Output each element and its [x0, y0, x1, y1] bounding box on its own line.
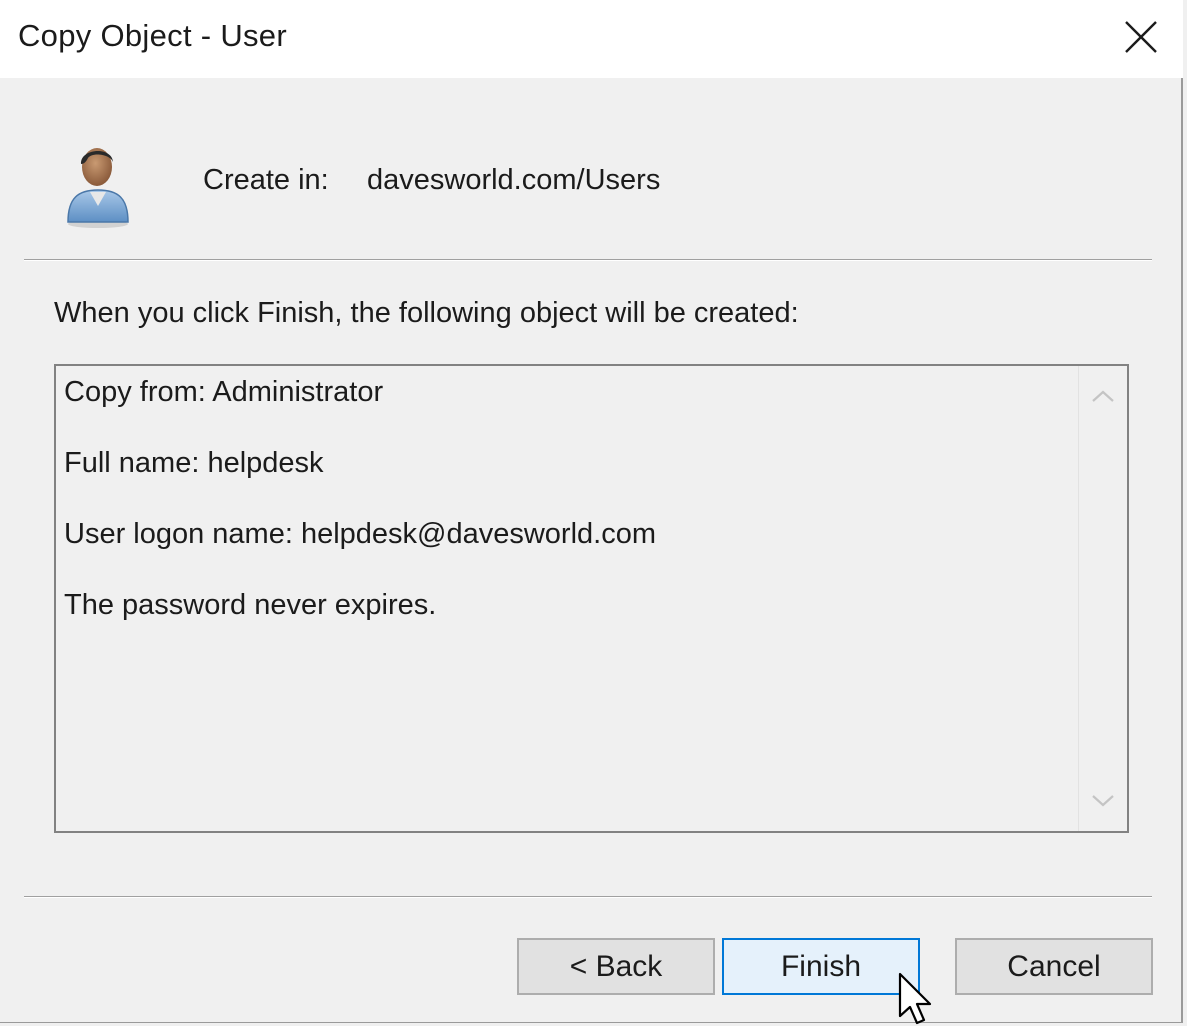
copy-object-dialog: Copy Object - User Create in: davesworld… [0, 0, 1183, 1025]
scroll-down-button[interactable] [1079, 777, 1127, 825]
close-button[interactable] [1099, 0, 1183, 74]
summary-line-copy-from: Copy from: Administrator [64, 376, 384, 408]
summary-line-password: The password never expires. [64, 589, 437, 621]
summary-line-logon-name: User logon name: helpdesk@davesworld.com [64, 518, 657, 550]
chevron-up-icon [1092, 390, 1114, 402]
summary-line-full-name: Full name: helpdesk [64, 447, 324, 479]
back-button[interactable]: < Back [517, 938, 715, 995]
dialog-header: Create in: davesworld.com/Users [0, 78, 1183, 258]
close-icon [1125, 21, 1157, 53]
instruction-text: When you click Finish, the following obj… [54, 297, 799, 329]
footer-divider [24, 896, 1152, 898]
title-bar: Copy Object - User [0, 0, 1183, 78]
cancel-button[interactable]: Cancel [955, 938, 1153, 995]
vertical-scrollbar[interactable] [1078, 366, 1127, 831]
create-in-label: Create in: [203, 164, 329, 196]
finish-button[interactable]: Finish [722, 938, 920, 995]
mouse-pointer-icon [898, 972, 932, 1025]
summary-textbox[interactable]: Copy from: Administrator Full name: help… [54, 364, 1129, 833]
chevron-down-icon [1092, 795, 1114, 807]
window-title: Copy Object - User [18, 18, 287, 53]
header-divider [24, 259, 1152, 261]
summary-content: Copy from: Administrator Full name: help… [64, 372, 1075, 656]
create-in-path: davesworld.com/Users [367, 164, 661, 196]
scroll-up-button[interactable] [1079, 372, 1127, 420]
user-icon [67, 148, 129, 228]
